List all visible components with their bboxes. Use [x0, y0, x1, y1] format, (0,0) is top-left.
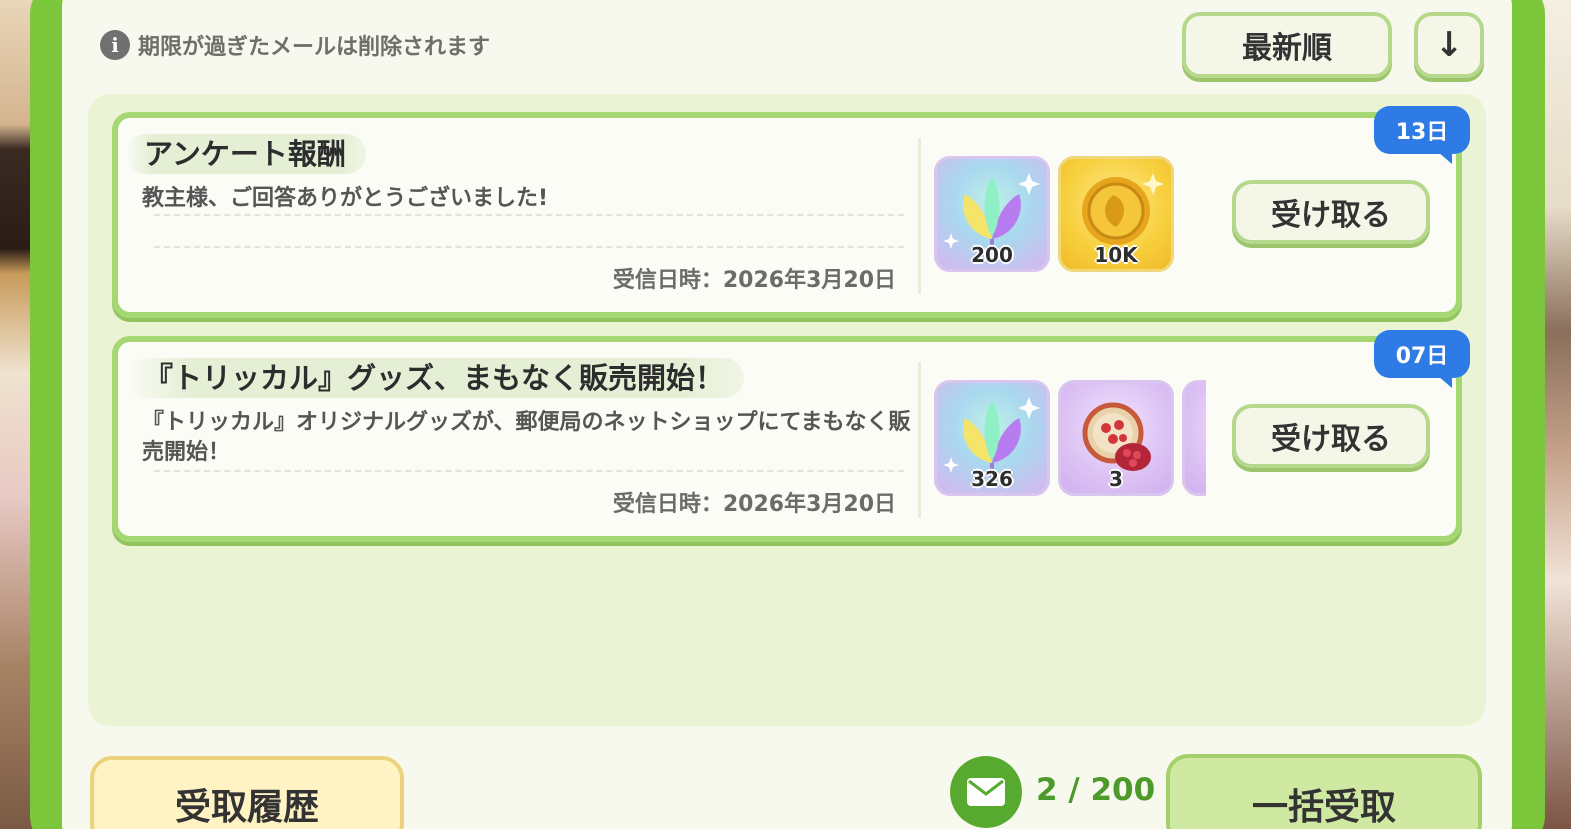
envelope-icon: [950, 756, 1022, 828]
days-remaining-badge: 07日: [1374, 330, 1470, 388]
reward-quantity: 10K: [1094, 243, 1138, 267]
sort-order-button[interactable]: 最新順: [1182, 12, 1392, 78]
claim-history-button[interactable]: 受取履歴: [90, 756, 404, 829]
reward-quantity: 3: [1109, 467, 1123, 491]
info-icon: i: [100, 30, 130, 60]
sort-direction-button[interactable]: ↓: [1414, 12, 1484, 78]
pomegranate-icon[interactable]: [1182, 380, 1206, 496]
pomegranate-icon[interactable]: 3: [1058, 380, 1174, 496]
reward-list[interactable]: 326 3: [934, 380, 1206, 502]
divider-line: [154, 214, 904, 216]
divider-line: [154, 246, 904, 248]
mail-count: 2 / 200: [1036, 772, 1156, 808]
reward-list: 200 10K: [934, 156, 1206, 278]
expiry-notice-text: 期限が過ぎたメールは削除されます: [138, 35, 491, 60]
days-remaining-badge: 13日: [1374, 106, 1470, 164]
reward-quantity: 326: [971, 467, 1013, 491]
section-divider: [918, 362, 921, 518]
claim-button[interactable]: 受け取る: [1232, 180, 1430, 244]
mail-item[interactable]: 『トリッカル』グッズ、まもなく販売開始！ 『トリッカル』オリジナルグッズが、郵便…: [112, 330, 1470, 542]
mail-received-date: 受信日時：2026年3月20日: [612, 492, 896, 517]
mail-item[interactable]: アンケート報酬 教主様、ご回答ありがとうございました! 受信日時：2026年3月…: [112, 106, 1470, 318]
leaf-crystal-icon[interactable]: 326: [934, 380, 1050, 496]
reward-quantity: 200: [971, 243, 1013, 267]
expiry-notice: i 期限が過ぎたメールは削除されます: [100, 28, 490, 62]
mail-title: 『トリッカル』グッズ、まもなく販売開始！: [126, 358, 745, 398]
section-divider: [918, 138, 921, 294]
gold-coin-icon[interactable]: 10K: [1058, 156, 1174, 272]
bulk-claim-button[interactable]: 一括受取: [1166, 754, 1482, 829]
mail-body: 教主様、ご回答ありがとうございました!: [142, 186, 549, 211]
leaf-crystal-icon[interactable]: 200: [934, 156, 1050, 272]
mail-received-date: 受信日時：2026年3月20日: [612, 268, 896, 293]
mail-title: アンケート報酬: [126, 134, 366, 174]
divider-line: [154, 470, 904, 472]
claim-button[interactable]: 受け取る: [1232, 404, 1430, 468]
sort-direction-icon: ↓: [1434, 25, 1464, 65]
mail-body: 『トリッカル』オリジナルグッズが、郵便局のネットショップにてまもなく販売開始！: [142, 410, 911, 465]
